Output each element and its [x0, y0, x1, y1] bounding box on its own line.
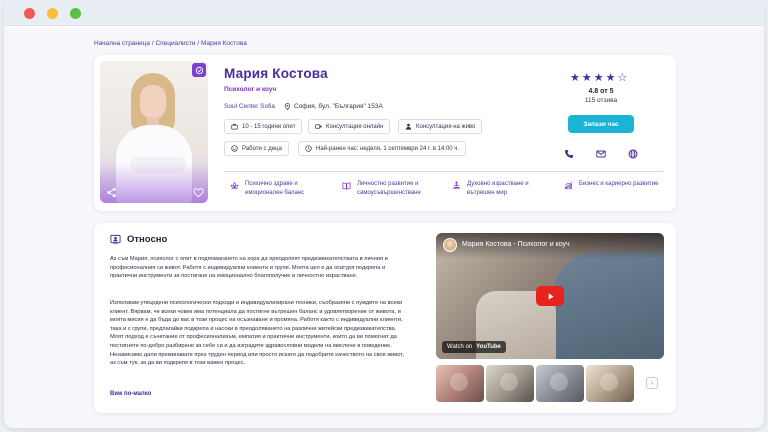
globe-icon[interactable] — [628, 149, 638, 159]
chip-earliest-label: Най-ранен час: неделя, 1 септември 24 г.… — [316, 145, 460, 152]
clock-icon — [305, 145, 312, 152]
breadcrumb-separator: / — [151, 40, 154, 47]
chart-icon — [564, 181, 573, 190]
profile-divider — [224, 171, 664, 172]
chip-children-label: Работи с деца — [242, 145, 282, 152]
close-window-button[interactable] — [24, 8, 35, 19]
watch-on-youtube-button[interactable]: Watch on YouTube — [442, 341, 506, 353]
chip-in-person: Консултация на живо — [398, 119, 483, 134]
address: София, бул. "България" 153А — [284, 103, 383, 110]
specialist-name: Мария Костова — [224, 66, 328, 81]
see-less-link[interactable]: Виж по-малко — [110, 391, 151, 397]
profile-card: Мария Костова Психолог и коуч Soul Cente… — [94, 55, 676, 211]
category-label: Психично здраве и емоционален баланс — [245, 181, 305, 196]
category-label: Личностно развитие и самоусъвършенстване — [357, 181, 421, 196]
window-titlebar — [4, 0, 764, 26]
chip-children: Работи с деца — [224, 141, 289, 156]
center-link[interactable]: Soul Center Sofia — [224, 103, 275, 110]
chip-in-person-label: Консултация на живо — [416, 123, 476, 130]
about-paragraph-1: Аз съм Мария, психолог с опит в подпомаг… — [110, 256, 388, 280]
about-paragraph-2: Използвам утвърдени психологически подхо… — [110, 300, 404, 367]
about-card: Относно Аз съм Мария, психолог с опит в … — [94, 223, 676, 413]
profile-photo — [100, 61, 208, 203]
meditation-icon — [452, 181, 461, 189]
play-icon — [548, 292, 554, 300]
reviews-count[interactable]: 115 отзива — [570, 97, 632, 104]
about-heading: Относно — [110, 234, 167, 245]
video-camera-icon — [315, 124, 322, 129]
youtube-logo: YouTube — [476, 344, 501, 350]
phone-icon[interactable] — [564, 149, 574, 159]
rating-value: 4.8 от 5 — [588, 88, 614, 95]
verified-badge-icon — [192, 63, 206, 77]
channel-avatar — [443, 238, 457, 252]
chip-online-label: Консултация онлайн — [326, 123, 384, 130]
star-empty-icon: ☆ — [617, 72, 628, 84]
breadcrumb-current: Мария Костова — [200, 40, 247, 47]
video-title[interactable]: Мария Костова - Психолог и коуч — [462, 241, 570, 248]
location-pin-icon — [284, 103, 291, 110]
breadcrumb-home[interactable]: Начална страница — [94, 40, 150, 47]
book-appointment-button[interactable]: Запази час — [568, 115, 634, 133]
star-filled-icon: ★ — [593, 72, 604, 84]
chip-online: Консултация онлайн — [308, 119, 391, 134]
watch-on-label: Watch on — [447, 344, 473, 350]
about-title: Относно — [127, 234, 168, 245]
gallery-thumbnail[interactable] — [586, 365, 634, 402]
gallery-thumbnail[interactable] — [536, 365, 584, 402]
star-filled-icon: ★ — [581, 72, 592, 84]
video-player[interactable]: Мария Костова - Психолог и коуч Watch on… — [436, 233, 664, 359]
category-personal-growth[interactable]: Личностно развитие и самоусъвършенстване — [342, 180, 443, 198]
breadcrumb-specialists[interactable]: Специалисти — [155, 40, 195, 47]
lotus-icon — [230, 181, 239, 190]
share-icon[interactable] — [106, 187, 117, 198]
address-text: София, бул. "България" 153А — [294, 103, 383, 110]
gallery-thumbnail[interactable] — [436, 365, 484, 402]
chip-experience: 10 - 15 години опит — [224, 119, 303, 134]
person-icon — [405, 123, 412, 130]
chip-experience-label: 10 - 15 години опит — [242, 123, 296, 130]
breadcrumb: Начална страница / Специалисти / Мария К… — [94, 40, 247, 47]
chip-earliest: Най-ранен час: неделя, 1 септември 24 г.… — [298, 141, 467, 156]
book-icon — [342, 182, 351, 190]
star-filled-icon: ★ — [570, 72, 580, 84]
gallery-next-button[interactable]: › — [646, 377, 658, 389]
browser-window: Начална страница / Специалисти / Мария К… — [4, 0, 764, 428]
category-spiritual-growth[interactable]: Духовно израстване и вътрешен мир — [452, 180, 553, 198]
breadcrumb-separator: / — [197, 40, 200, 47]
minimize-window-button[interactable] — [47, 8, 58, 19]
category-label: Бизнес и кариерно развитие — [579, 181, 659, 187]
star-filled-icon: ★ — [605, 72, 616, 84]
play-button[interactable] — [536, 286, 564, 306]
mail-icon[interactable] — [596, 149, 606, 159]
specialist-title: Психолог и коуч — [224, 86, 277, 93]
rating-stars: ★ ★ ★ ★ ☆ — [570, 71, 627, 84]
briefcase-icon — [231, 123, 238, 130]
category-label: Духовно израстване и вътрешен мир — [467, 181, 529, 196]
gallery-thumbnail[interactable] — [486, 365, 534, 402]
maximize-window-button[interactable] — [70, 8, 81, 19]
specialist-page: Начална страница / Специалисти / Мария К… — [4, 27, 764, 428]
favorite-heart-icon[interactable] — [193, 187, 204, 198]
category-mental-health[interactable]: Психично здраве и емоционален баланс — [230, 180, 331, 198]
child-icon — [231, 145, 238, 152]
profile-card-icon — [110, 234, 121, 245]
category-business-career[interactable]: Бизнес и кариерно развитие — [564, 180, 665, 190]
